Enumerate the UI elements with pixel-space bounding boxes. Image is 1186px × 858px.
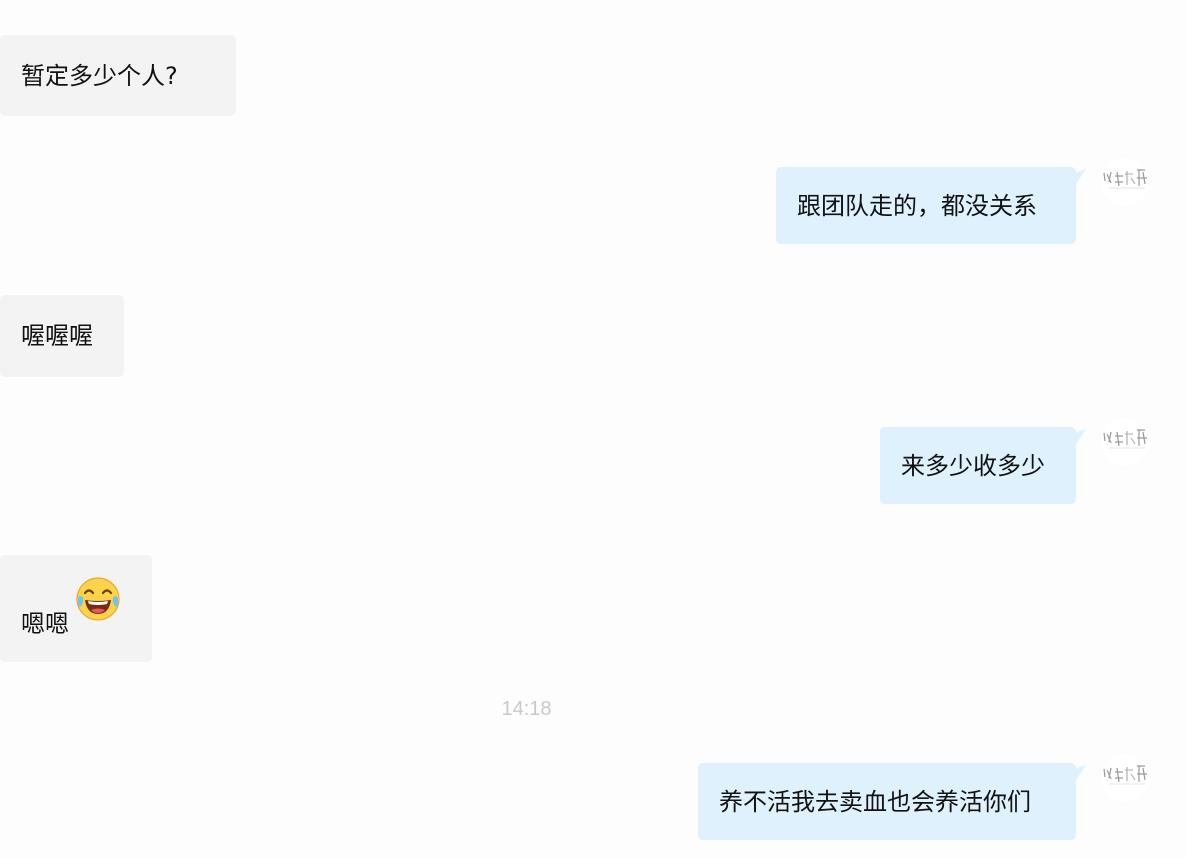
face-with-tears-of-joy-icon [76, 577, 120, 621]
message-text: 养不活我去卖血也会养活你们 [719, 787, 1031, 816]
avatar[interactable] [1101, 754, 1149, 802]
avatar-calligraphy-icon [1103, 429, 1147, 449]
message-bubble-incoming[interactable]: 暂定多少个人? [0, 35, 236, 116]
message-bubble-incoming[interactable]: 喔喔喔 [0, 295, 124, 377]
avatar[interactable] [1101, 418, 1149, 466]
message-text: 来多少收多少 [901, 451, 1045, 480]
chat-window: 暂定多少个人? 跟团队走的，都没关系 喔喔喔 来多少收多少 嗯嗯 14:18 养… [0, 0, 1186, 858]
avatar-calligraphy-icon [1103, 765, 1147, 785]
message-bubble-outgoing[interactable]: 来多少收多少 [880, 427, 1076, 504]
message-text: 嗯嗯 [21, 610, 69, 638]
avatar[interactable] [1101, 158, 1149, 206]
message-timestamp: 14:18 [501, 698, 552, 720]
message-bubble-outgoing[interactable]: 养不活我去卖血也会养活你们 [698, 763, 1076, 840]
avatar-calligraphy-icon [1103, 169, 1147, 189]
message-bubble-incoming[interactable]: 嗯嗯 [0, 555, 152, 662]
message-text: 喔喔喔 [21, 322, 93, 350]
message-bubble-outgoing[interactable]: 跟团队走的，都没关系 [776, 167, 1076, 244]
message-text: 跟团队走的，都没关系 [797, 191, 1037, 220]
message-text: 暂定多少个人? [21, 61, 178, 90]
partial-icon [1130, 0, 1156, 4]
